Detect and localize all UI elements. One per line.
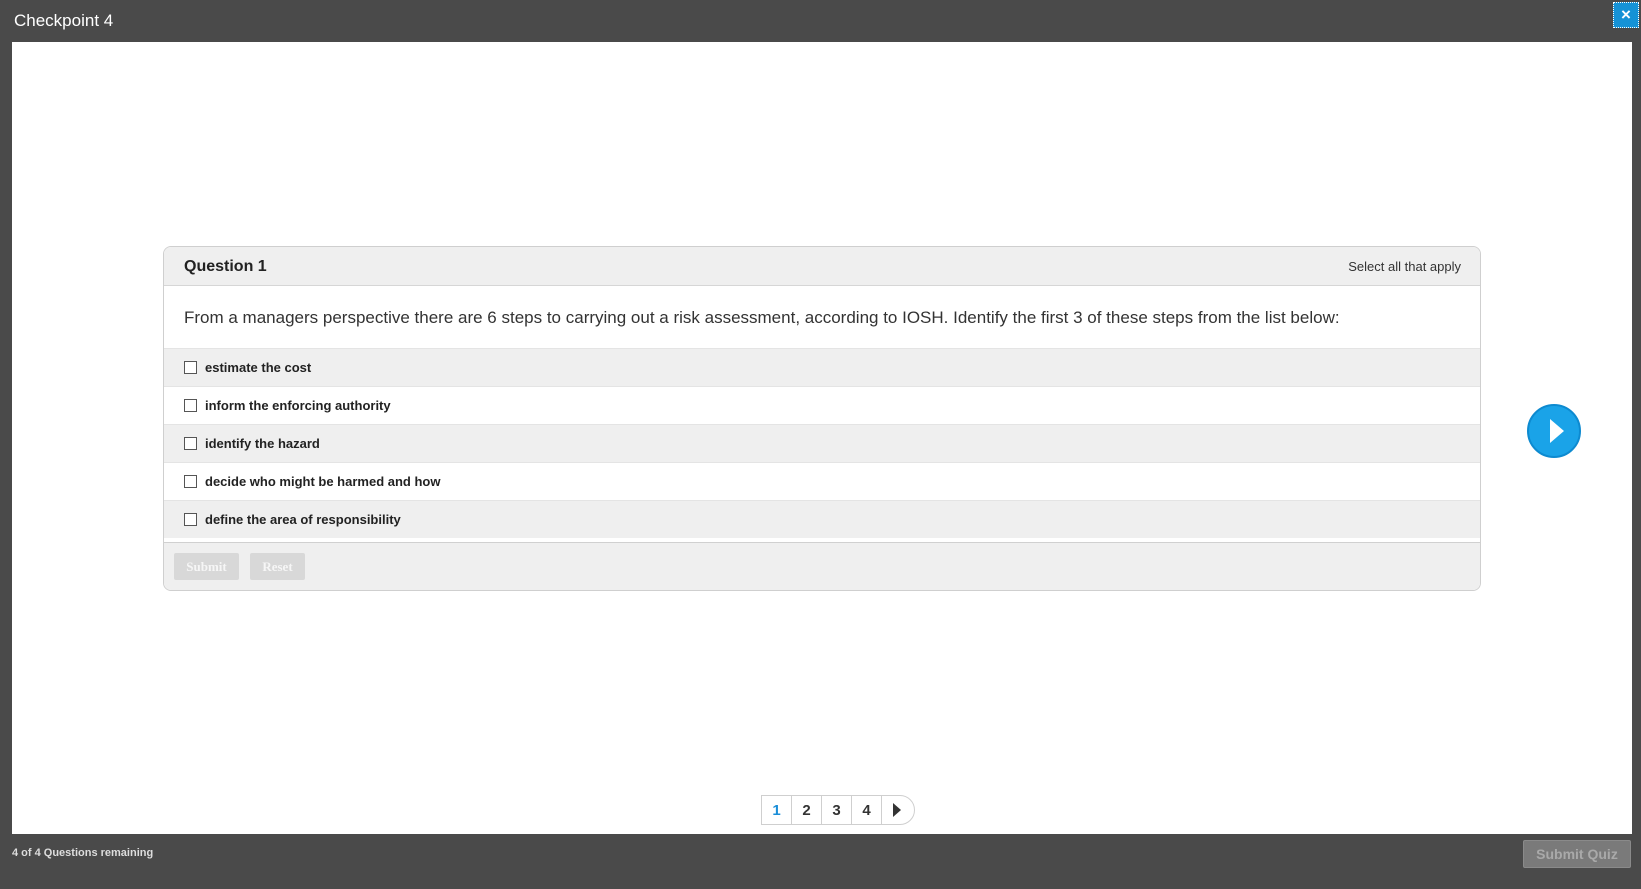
close-button[interactable]: × (1613, 2, 1639, 28)
questions-remaining: 4 of 4 Questions remaining (12, 847, 154, 859)
pagination: 1 2 3 4 (761, 795, 915, 825)
submit-quiz-button[interactable]: Submit Quiz (1523, 840, 1631, 868)
page-next-button[interactable] (881, 795, 915, 825)
page-4-button[interactable]: 4 (851, 795, 881, 825)
chevron-right-icon (892, 803, 901, 817)
answer-option[interactable]: decide who might be harmed and how (164, 462, 1480, 500)
answer-label: inform the enforcing authority (205, 398, 391, 413)
reset-button[interactable]: Reset (250, 553, 305, 580)
next-question-button[interactable] (1527, 404, 1581, 458)
modal-body: Question 1 Select all that apply From a … (12, 42, 1632, 834)
answer-checkbox[interactable] (184, 475, 197, 488)
page-1-button[interactable]: 1 (761, 795, 791, 825)
footer-bar: 4 of 4 Questions remaining Submit Quiz (0, 834, 1641, 889)
modal-title: Checkpoint 4 (14, 11, 114, 30)
page-2-button[interactable]: 2 (791, 795, 821, 825)
answer-option[interactable]: define the area of responsibility (164, 500, 1480, 538)
answer-checkbox[interactable] (184, 361, 197, 374)
submit-button[interactable]: Submit (174, 553, 239, 580)
question-instruction: Select all that apply (1348, 259, 1461, 274)
play-arrow-icon (1549, 419, 1564, 443)
close-icon: × (1621, 5, 1631, 24)
answer-label: estimate the cost (205, 360, 312, 375)
question-header: Question 1 Select all that apply (164, 247, 1480, 286)
question-card: Question 1 Select all that apply From a … (163, 246, 1481, 591)
answer-option[interactable]: inform the enforcing authority (164, 386, 1480, 424)
answer-label: decide who might be harmed and how (205, 474, 441, 489)
answer-option[interactable]: estimate the cost (164, 348, 1480, 386)
answer-label: define the area of responsibility (205, 512, 401, 527)
answer-label: identify the hazard (205, 436, 320, 451)
question-number: Question 1 (184, 258, 267, 275)
page-3-button[interactable]: 3 (821, 795, 851, 825)
answer-checkbox[interactable] (184, 399, 197, 412)
answer-checkbox[interactable] (184, 437, 197, 450)
answer-checkbox[interactable] (184, 513, 197, 526)
question-text: From a managers perspective there are 6 … (184, 308, 1340, 327)
question-footer: Submit Reset (164, 542, 1480, 590)
answer-option[interactable]: identify the hazard (164, 424, 1480, 462)
modal-header: Checkpoint 4 × (0, 0, 1641, 42)
